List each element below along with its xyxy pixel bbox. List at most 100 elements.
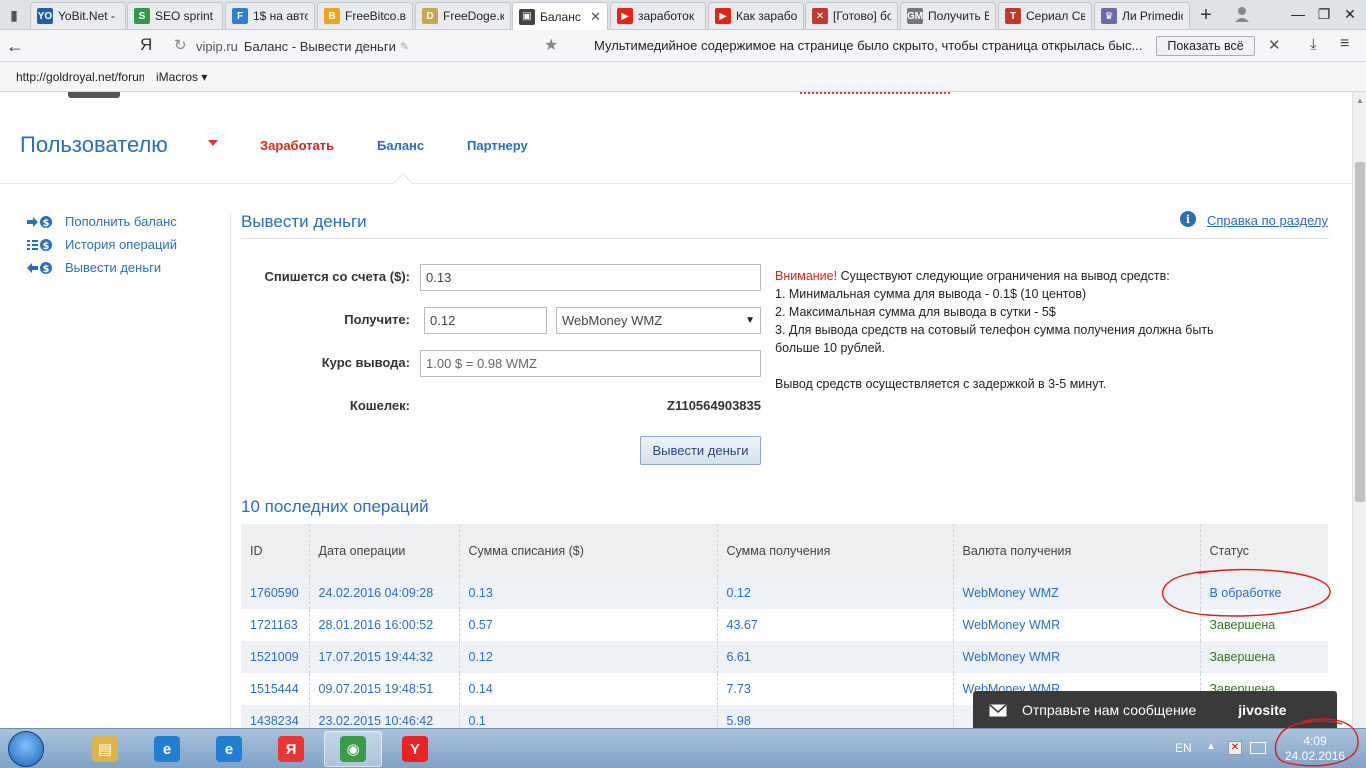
sidebar-item-topup[interactable]: $ Пополнить баланс [26, 210, 226, 233]
nav-balance[interactable]: Баланс [377, 138, 424, 153]
rule-2: 2. Максимальная сумма для вывода в сутки… [775, 305, 1056, 319]
table-column-header: Сумма списания ($) [458, 524, 717, 577]
tab-favicon-icon: S [134, 8, 150, 24]
address-bar[interactable]: vipip.ru Баланс - Вывести деньги ✎ [196, 35, 570, 57]
taskbar-app-button[interactable]: e [138, 731, 196, 767]
ie-icon-2: e [216, 736, 242, 762]
browser-tab[interactable]: GM Получить В [900, 2, 996, 29]
address-domain: vipip.ru [196, 38, 238, 54]
table-row: 1521009 17.07.2015 19:44:32 0.12 6.61 WebMon… [241, 641, 1328, 673]
download-icon[interactable]: ⤓ [1310, 36, 1317, 53]
tab-favicon-icon: ✕ [812, 8, 828, 24]
tab-favicon-icon: ▶ [715, 8, 731, 24]
sidebar-item-history[interactable]: $ История операций [26, 233, 226, 256]
browser-tab[interactable]: ▶ Как зарабо [708, 2, 804, 29]
tab-favicon-icon: D [422, 8, 438, 24]
table-column-header: Дата операции [308, 524, 459, 577]
tab-close-icon[interactable]: ✕ [590, 9, 601, 25]
profile-icon[interactable] [1234, 5, 1250, 23]
action-center-icon[interactable]: ✕ [1228, 741, 1242, 755]
page-scrollbar[interactable]: ▲ [1352, 92, 1366, 728]
taskbar-app-button[interactable]: e [200, 731, 258, 767]
taskbar-app-button[interactable]: ▤ [76, 731, 134, 767]
currency-select[interactable]: WebMoney WMZ ▼ [556, 307, 761, 334]
browser-tab[interactable]: S SEO sprint [127, 2, 223, 29]
ie-icon: e [154, 736, 180, 762]
receive-label: Получите: [344, 312, 410, 327]
hidden-media-notice: Мультимедийное содержимое на странице бы… [594, 38, 1143, 53]
browser-tab[interactable]: D FreeDoge.к [415, 2, 511, 29]
notice-close-icon[interactable]: ✕ [1268, 36, 1281, 54]
start-button[interactable] [8, 731, 44, 767]
debit-amount-input[interactable]: 0.13 [420, 264, 761, 291]
taskbar-app-button[interactable]: Я [262, 731, 320, 767]
taskbar-app-button[interactable]: Y [386, 731, 444, 767]
show-all-button[interactable]: Показать всё [1156, 36, 1255, 56]
table-cell: 0.57 [458, 609, 717, 641]
taskbar-app-button[interactable]: ◉ [324, 731, 382, 767]
tab-label: FreeBitco.в [345, 9, 406, 23]
currency-selected-value: WebMoney WMZ [562, 313, 663, 328]
tab-favicon-icon: F [232, 8, 248, 24]
edit-pen-icon: ✎ [399, 40, 410, 53]
browser-tab[interactable]: B FreeBitco.в [317, 2, 413, 29]
back-button[interactable]: ← [4, 34, 26, 58]
tab-favicon-icon: GM [907, 8, 923, 24]
nav-partner[interactable]: Партнеру [467, 138, 528, 153]
withdraw-rules: Внимание! Существуют следующие ограничен… [775, 267, 1255, 393]
restore-icon[interactable]: ❐ [1312, 4, 1336, 24]
svg-text:$: $ [43, 218, 50, 229]
balance-sidebar: $ Пополнить баланс $ История операций $ … [26, 210, 226, 279]
table-cell: 0.1 [458, 705, 717, 728]
wallet-number: Z110564903835 [667, 398, 761, 413]
page-viewport: Пользователю Заработать Баланс Партнеру … [0, 92, 1352, 728]
bookmark-star-icon[interactable]: ★ [544, 35, 558, 55]
bookmark-goldroyal[interactable]: http://goldroyal.net/forum [16, 70, 144, 84]
site-header: Пользователю Заработать Баланс Партнеру [0, 106, 1352, 193]
user-menu-caret-icon[interactable] [208, 140, 218, 146]
pinned-tab-icon[interactable]: ▮ [4, 4, 24, 26]
svg-text:$: $ [43, 241, 50, 252]
sidebar-divider [230, 212, 231, 728]
tab-favicon-icon: ▶ [617, 8, 633, 24]
sidebar-item-withdraw[interactable]: $ Вывести деньги [26, 256, 226, 279]
table-cell: 1721163 [250, 618, 298, 632]
scrollbar-thumb[interactable] [1355, 162, 1365, 502]
scroll-up-icon[interactable]: ▲ [1356, 96, 1364, 105]
help-link[interactable]: Справка по разделу [1207, 213, 1328, 228]
user-menu-title[interactable]: Пользователю [20, 132, 168, 158]
browser-tab[interactable]: T Сериал Све [998, 2, 1092, 29]
language-indicator[interactable]: EN [1175, 741, 1192, 755]
yandex-logo[interactable]: Я [140, 35, 152, 55]
operations-title: 10 последних операций [241, 497, 429, 516]
info-icon[interactable]: i [1180, 211, 1196, 227]
rules-intro-text: Существуют следующие ограничения на выво… [837, 269, 1170, 283]
browser-tab[interactable]: YO YoBit.Net - [30, 2, 126, 29]
browser-tab[interactable]: ♛ Ли Primedic [1094, 2, 1190, 29]
tab-favicon-icon: T [1005, 8, 1021, 24]
browser-menu-icon[interactable]: ≡ [1340, 35, 1349, 53]
tab-label: Баланс [540, 9, 581, 24]
bookmark-imacros[interactable]: iMacros ▾ [156, 70, 207, 84]
browser-tab[interactable]: ▶ заработок [610, 2, 706, 29]
chevron-down-icon: ▼ [745, 315, 755, 326]
rules-intro: Внимание! Существуют следующие ограничен… [775, 267, 1255, 285]
table-cell: 1438234 [241, 705, 309, 728]
arrow-out-dollar-icon: $ [26, 261, 58, 275]
tab-favicon-icon: ▣ [519, 8, 535, 25]
minimize-icon[interactable]: — [1286, 4, 1310, 24]
browser-tab[interactable]: ▣ Баланс ✕ [512, 2, 608, 30]
browser-tab[interactable]: F 1$ на автом [225, 2, 315, 29]
close-window-icon[interactable]: ✕ [1338, 4, 1362, 24]
rate-field: 1.00 $ = 0.98 WMZ [420, 350, 761, 377]
new-tab-button[interactable]: + [1194, 3, 1218, 27]
reload-icon[interactable]: ↻ [174, 36, 187, 54]
nav-earn[interactable]: Заработать [260, 138, 334, 153]
receive-amount-input[interactable]: 0.12 [424, 307, 547, 334]
network-icon[interactable] [1250, 742, 1266, 754]
navigation-bar: ← Я ↻ vipip.ru Баланс - Вывести деньги ✎… [0, 30, 1366, 62]
chrome-icon: ◉ [340, 736, 366, 762]
tray-expand-icon[interactable]: ▲ [1206, 741, 1216, 752]
browser-tab[interactable]: ✕ [Готово] бо [805, 2, 898, 29]
withdraw-button[interactable]: Вывести деньги [640, 436, 761, 465]
